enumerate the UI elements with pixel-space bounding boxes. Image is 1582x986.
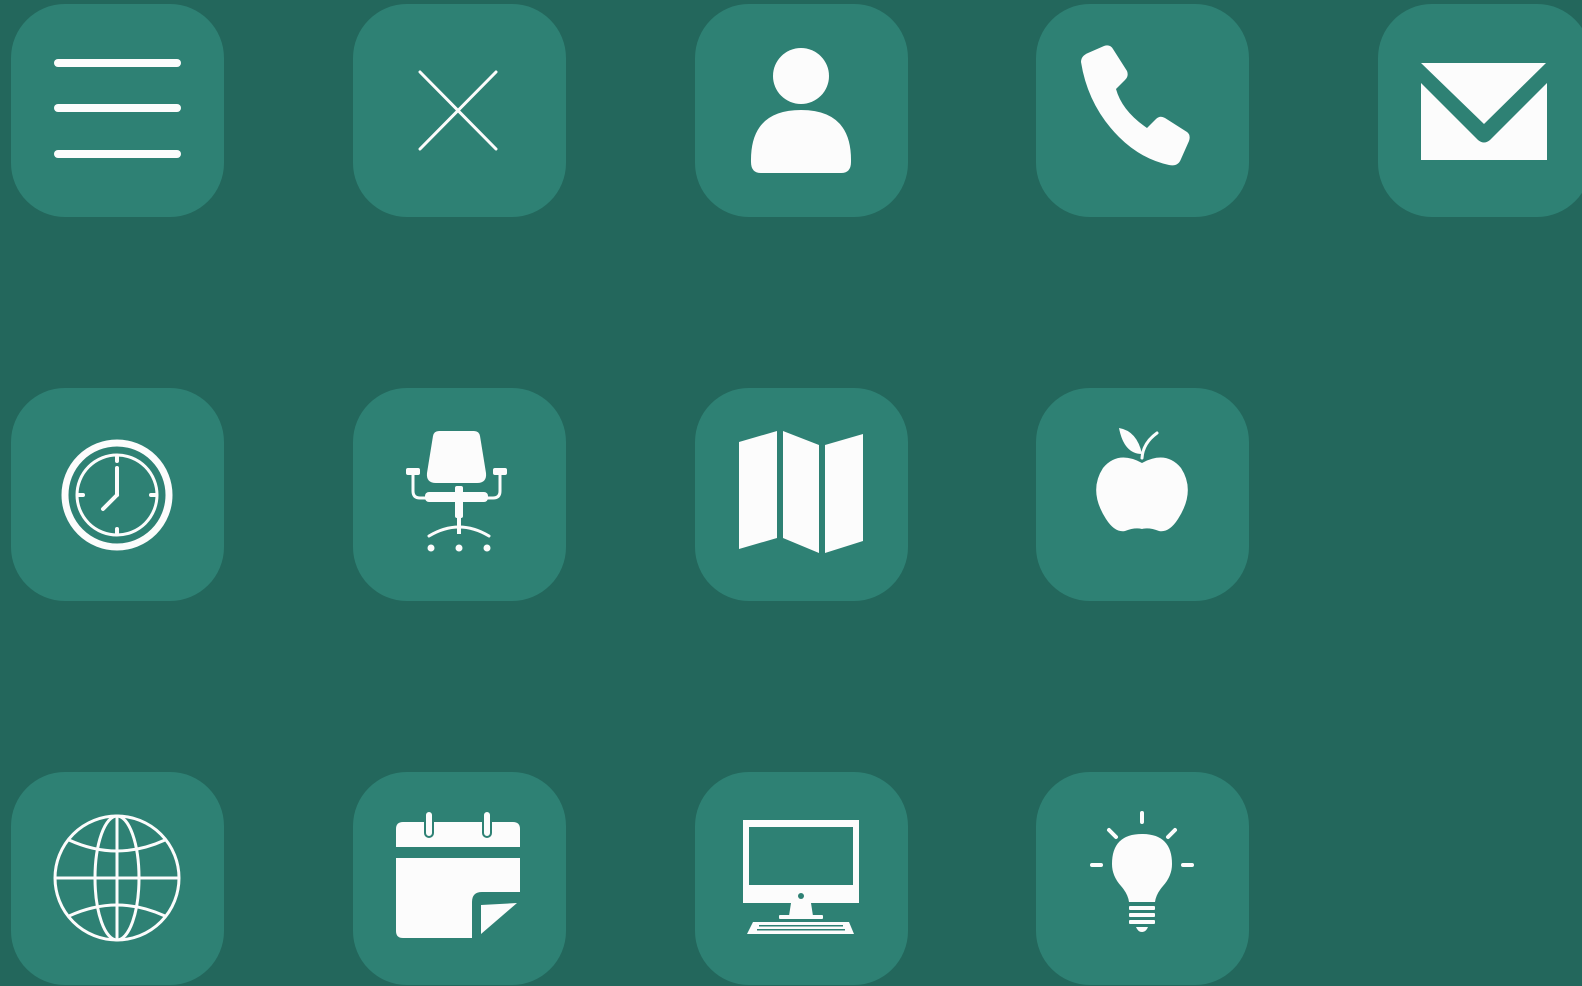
mail-button[interactable] [1378, 4, 1582, 217]
office-chair-button[interactable] [353, 388, 566, 601]
map-icon [739, 431, 863, 553]
menu-button[interactable] [11, 4, 224, 217]
desktop-computer-button[interactable] [695, 772, 908, 985]
user-button[interactable] [695, 4, 908, 217]
clock-button[interactable] [11, 388, 224, 601]
globe-icon [53, 814, 181, 942]
icon-grid [0, 0, 1582, 986]
close-button[interactable] [353, 4, 566, 217]
menu-icon [54, 59, 181, 158]
lightbulb-button[interactable] [1036, 772, 1249, 985]
calendar-button[interactable] [353, 772, 566, 985]
apple-icon [1096, 428, 1188, 532]
map-button[interactable] [695, 388, 908, 601]
mail-icon [1421, 63, 1547, 160]
globe-button[interactable] [11, 772, 224, 985]
user-icon [750, 48, 852, 173]
phone-icon [1081, 45, 1190, 166]
office-chair-icon [406, 431, 507, 552]
clock-icon [61, 439, 173, 551]
apple-button[interactable] [1036, 388, 1249, 601]
desktop-computer-icon [743, 820, 859, 934]
close-icon [418, 70, 498, 151]
lightbulb-icon [1090, 811, 1194, 932]
phone-button[interactable] [1036, 4, 1249, 217]
calendar-icon [396, 810, 520, 938]
